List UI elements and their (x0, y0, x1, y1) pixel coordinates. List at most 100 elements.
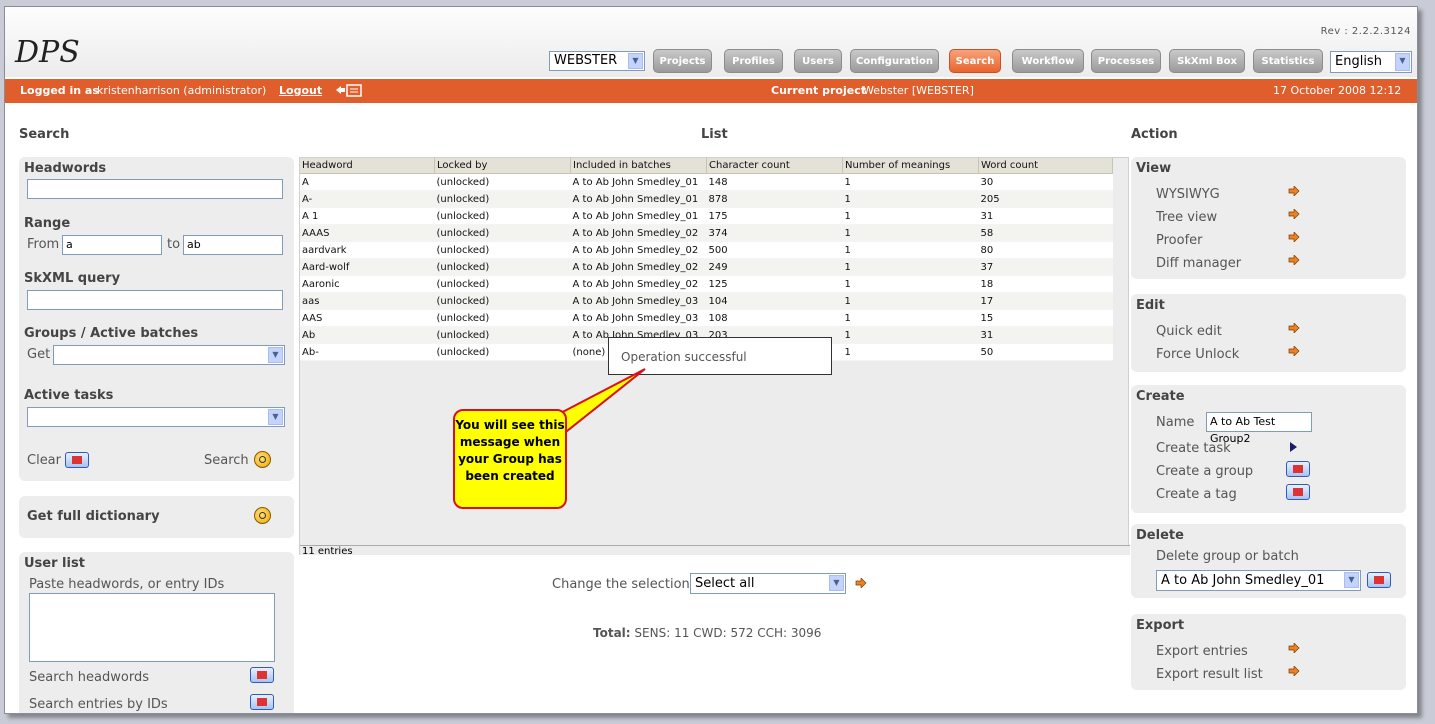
search-headwords-label: Search headwords (29, 670, 149, 685)
project-select[interactable]: WEBSTER ▼ (549, 51, 645, 71)
nav-projects[interactable]: Projects (653, 49, 712, 73)
range-from-input[interactable]: a (62, 235, 162, 255)
arrow-right-icon[interactable] (1288, 255, 1300, 265)
change-selection-value: Select all (695, 576, 755, 591)
chevron-down-icon: ▼ (829, 575, 844, 591)
search-icon[interactable] (254, 507, 271, 524)
project-select-value: WEBSTER (554, 53, 618, 68)
table-row[interactable]: A- (unlocked) A to Ab John Smedley_01 878 1 2… (300, 190, 1113, 208)
play-icon[interactable] (1290, 442, 1298, 452)
edit-force-unlock[interactable]: Force Unlock (1156, 347, 1239, 362)
col-meanings[interactable]: Number of meanings (842, 158, 979, 174)
table-cell: 1 (842, 258, 979, 276)
nav-skxml-box[interactable]: SkXml Box (1169, 49, 1245, 73)
delete-button[interactable] (1367, 572, 1391, 588)
col-char-count[interactable]: Character count (706, 158, 843, 174)
arrow-right-icon[interactable] (1288, 232, 1300, 242)
go-arrow-icon[interactable] (855, 578, 867, 588)
table-cell: A to Ab John Smedley_03 (570, 292, 707, 310)
get-label: Get (27, 347, 51, 362)
nav-search[interactable]: Search (949, 49, 1001, 73)
full-dictionary-label: Get full dictionary (27, 509, 160, 524)
table-row[interactable]: Aaronic (unlocked) A to Ab John Smedley_02… (300, 275, 1113, 293)
create-tag-button[interactable] (1286, 484, 1310, 500)
range-to-input[interactable]: ab (183, 235, 283, 255)
skxml-query-input[interactable] (27, 290, 283, 310)
group-name-input[interactable]: A to Ab Test Group2 (1206, 412, 1312, 445)
view-diff-manager[interactable]: Diff manager (1156, 256, 1241, 271)
edit-quick[interactable]: Quick edit (1156, 324, 1222, 339)
table-cell: AAAS (300, 224, 435, 242)
view-proofer[interactable]: Proofer (1156, 233, 1203, 248)
success-message: Operation successful (608, 337, 832, 375)
table-cell: 31 (978, 326, 1113, 344)
export-result-list[interactable]: Export result list (1156, 667, 1263, 682)
table-cell: (unlocked) (434, 173, 571, 191)
chevron-down-icon: ▼ (628, 53, 643, 69)
nav-processes[interactable]: Processes (1091, 49, 1161, 73)
table-cell: AAS (300, 309, 435, 327)
table-cell: 148 (706, 173, 843, 191)
table-cell: A to Ab John Smedley_02 (570, 258, 707, 276)
clear-icon[interactable] (65, 452, 89, 468)
nav-users[interactable]: Users (794, 49, 842, 73)
col-headword[interactable]: Headword (300, 158, 435, 174)
active-tasks-select[interactable]: ▼ (27, 407, 285, 427)
nav-workflow[interactable]: Workflow (1012, 49, 1084, 73)
delete-select[interactable]: A to Ab John Smedley_01 ▼ (1156, 570, 1361, 591)
change-selection-select[interactable]: Select all ▼ (690, 573, 846, 594)
chevron-down-icon: ▼ (268, 347, 283, 363)
col-word-count[interactable]: Word count (978, 158, 1113, 174)
language-select-value: English (1335, 54, 1382, 69)
table-cell: A to Ab John Smedley_01 (570, 190, 707, 208)
table-row[interactable]: Aard-wolf (unlocked) A to Ab John Smedley_… (300, 258, 1113, 276)
user-list-textarea[interactable] (29, 593, 275, 662)
col-locked-by[interactable]: Locked by (434, 158, 571, 174)
export-entries[interactable]: Export entries (1156, 644, 1248, 659)
table-row[interactable]: AAAS (unlocked) A to Ab John Smedley_02 374… (300, 224, 1113, 242)
delete-select-value: A to Ab John Smedley_01 (1161, 573, 1325, 588)
table-cell: 80 (978, 241, 1113, 259)
messages-icon[interactable] (335, 83, 363, 97)
table-cell: aas (300, 292, 435, 310)
nav-profiles[interactable]: Profiles (724, 49, 783, 73)
current-project: Webster [WEBSTER] (863, 84, 974, 97)
groups-label: Groups / Active batches (24, 326, 199, 341)
create-group-button[interactable] (1286, 461, 1310, 477)
table-cell: 18 (978, 275, 1113, 293)
create-title: Create (1136, 389, 1185, 404)
nav-statistics[interactable]: Statistics (1253, 49, 1323, 73)
language-select[interactable]: English ▼ (1330, 51, 1412, 73)
nav-configuration[interactable]: Configuration (850, 49, 939, 73)
table-row[interactable]: A 1 (unlocked) A to Ab John Smedley_01 175 1… (300, 207, 1113, 225)
table-row[interactable]: AAS (unlocked) A to Ab John Smedley_03 108 1… (300, 309, 1113, 327)
view-wysiwyg[interactable]: WYSIWYG (1156, 187, 1220, 202)
table-cell: (unlocked) (434, 326, 571, 344)
arrow-right-icon[interactable] (1288, 666, 1300, 676)
skxml-label: SkXML query (24, 271, 121, 286)
table-cell: 1 (842, 326, 979, 344)
table-cell: 205 (978, 190, 1113, 208)
arrow-right-icon[interactable] (1288, 346, 1300, 356)
col-batches[interactable]: Included in batches (570, 158, 707, 174)
search-ids-button[interactable] (250, 694, 274, 710)
status-bar: Logged in as kristenharrison (administra… (5, 79, 1417, 103)
action-heading: Action (1131, 127, 1178, 142)
groups-select[interactable]: ▼ (53, 345, 285, 365)
table-cell: 1 (842, 275, 979, 293)
arrow-right-icon[interactable] (1288, 323, 1300, 333)
headwords-input[interactable] (27, 179, 283, 199)
total-label: Total: (593, 626, 631, 640)
table-row[interactable]: A (unlocked) A to Ab John Smedley_01 148 1 30 (300, 173, 1113, 191)
table-row[interactable]: aas (unlocked) A to Ab John Smedley_03 104 1… (300, 292, 1113, 310)
view-tree[interactable]: Tree view (1156, 210, 1217, 225)
logout-link[interactable]: Logout (279, 79, 322, 103)
arrow-right-icon[interactable] (1288, 643, 1300, 653)
table-cell: 1 (842, 343, 979, 361)
search-headwords-button[interactable] (250, 667, 274, 683)
arrow-right-icon[interactable] (1288, 209, 1300, 219)
table-row[interactable]: aardvark (unlocked) A to Ab John Smedley_0… (300, 241, 1113, 259)
arrow-right-icon[interactable] (1288, 186, 1300, 196)
search-icon[interactable] (254, 451, 271, 468)
table-cell: (unlocked) (434, 224, 571, 242)
